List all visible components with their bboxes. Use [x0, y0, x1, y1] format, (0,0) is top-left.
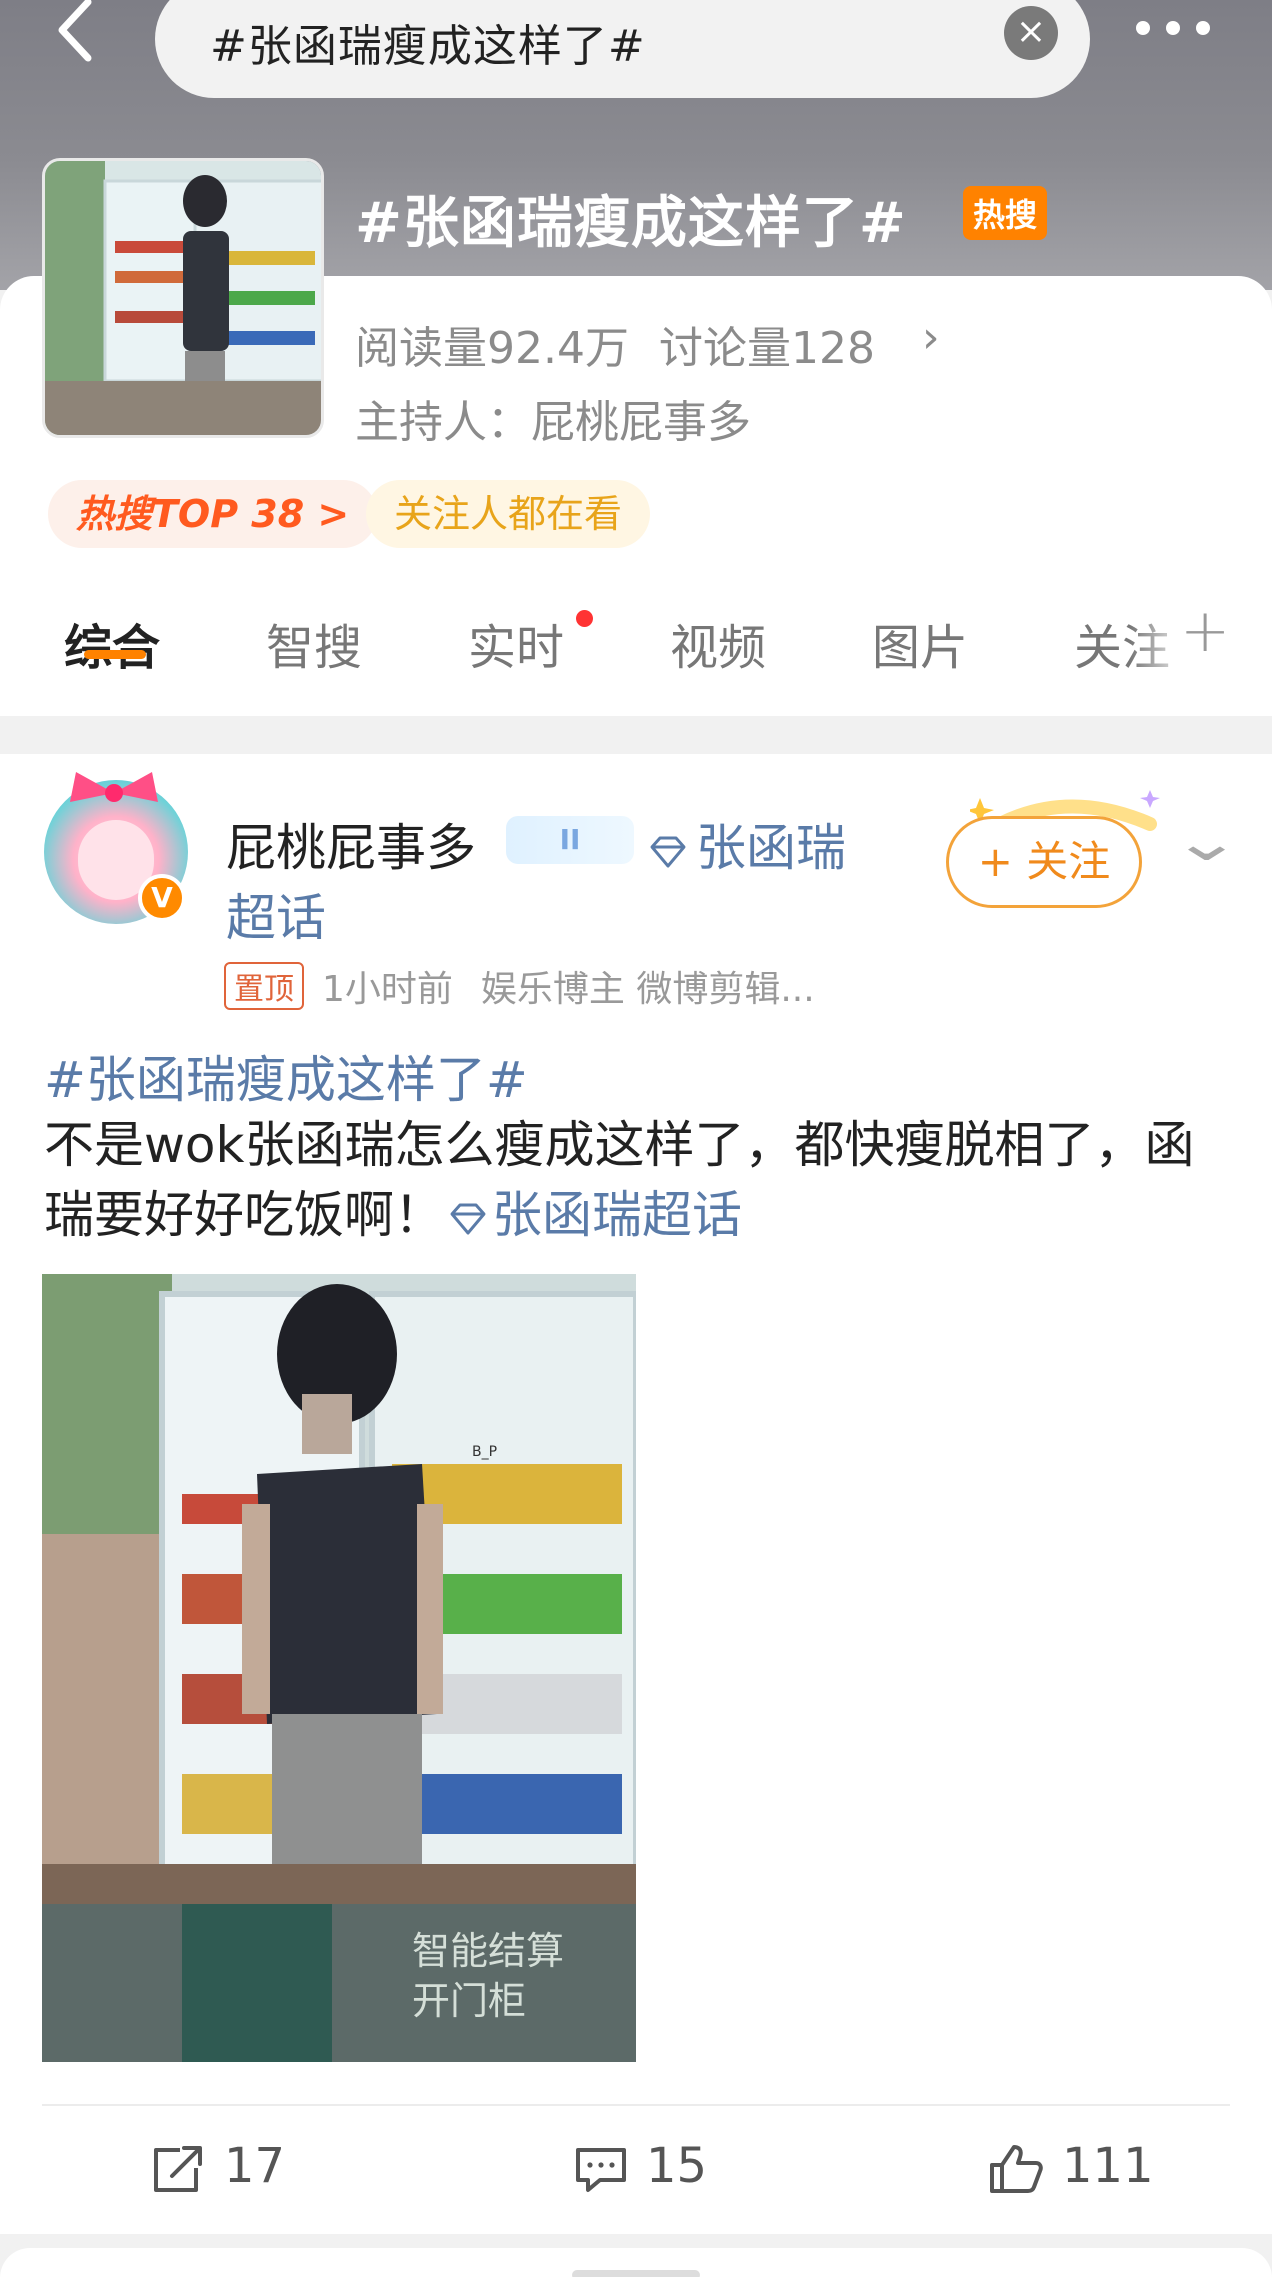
share-button[interactable]: 17: [150, 2118, 285, 2214]
tab-smart-search[interactable]: 智搜: [266, 608, 362, 678]
search-query: #张函瑞瘦成这样了#: [210, 21, 646, 72]
user-bio: 娱乐博主 微博剪辑...: [480, 969, 815, 1010]
post-card: V 屁桃屁事多 II 张函瑞 超话 + 关注 ⌄ 置顶 1小时前 娱乐博主 微博剪辑…: [0, 754, 1272, 2234]
avatar[interactable]: V: [44, 772, 188, 924]
post-time: 1小时前: [322, 969, 453, 1010]
supertopic-link[interactable]: 张函瑞: [648, 808, 846, 880]
thumbs-up-icon: [990, 2145, 1043, 2193]
tab-bar: 综合 智搜 实时 视频 图片 关注: [0, 596, 1272, 706]
action-divider: [42, 2104, 1230, 2106]
topic-host: 主持人：屁桃屁事多: [355, 397, 751, 448]
share-icon: [154, 2146, 202, 2192]
diamond-icon: [450, 1203, 486, 1234]
comment-count: 15: [646, 2138, 708, 2194]
like-button[interactable]: 111: [988, 2118, 1154, 2214]
svg-text:B_P: B_P: [472, 1444, 497, 1460]
bottom-sheet[interactable]: [0, 2248, 1272, 2277]
tab-images[interactable]: 图片: [872, 608, 968, 678]
comment-icon: [576, 2148, 626, 2192]
follow-button[interactable]: + 关注: [946, 816, 1142, 908]
search-input[interactable]: #张函瑞瘦成这样了# ×: [155, 0, 1090, 98]
verified-badge: V: [138, 874, 186, 922]
tab-video[interactable]: 视频: [670, 608, 766, 678]
chevron-right-icon[interactable]: ›: [922, 312, 940, 363]
post-photo[interactable]: 智能结算 开门柜 B_P: [42, 1274, 636, 2062]
user-level-badge: II: [506, 816, 634, 864]
diamond-icon: [650, 836, 686, 867]
user-name[interactable]: 屁桃屁事多: [226, 808, 476, 880]
back-arrow-icon: [58, 0, 92, 62]
new-content-dot: [576, 610, 593, 627]
chevron-down-icon[interactable]: ⌄: [1170, 810, 1242, 873]
topic-stats[interactable]: 阅读量92.4万 讨论量128: [355, 312, 875, 376]
hot-rank-chip[interactable]: 热搜TOP 38 >: [48, 480, 378, 548]
svg-text:智能结算: 智能结算: [412, 1929, 564, 1973]
hot-search-badge: 热搜: [963, 186, 1048, 240]
pinned-badge: 置顶: [224, 962, 304, 1010]
sheet-drag-handle[interactable]: [572, 2270, 700, 2277]
share-count: 17: [224, 2138, 286, 2194]
followed-watching-chip[interactable]: 关注人都在看: [366, 480, 651, 548]
post-hashtag-link[interactable]: #张函瑞瘦成这样了#: [44, 1040, 528, 1112]
more-options-icon[interactable]: [1136, 20, 1256, 50]
like-count: 111: [1062, 2138, 1154, 2194]
post-text: 不是wok张函瑞怎么瘦成这样了，都快瘦脱相了，函瑞要好好吃饭啊！ 张函瑞超话: [44, 1116, 1195, 1244]
supertopic-link-continued[interactable]: 超话: [226, 878, 326, 950]
post-meta: 置顶 1小时前 娱乐博主 微博剪辑...: [224, 960, 815, 1012]
discussion-count: 讨论量128: [658, 323, 875, 374]
supertopic-inline-link[interactable]: 张函瑞超话: [444, 1186, 742, 1244]
active-tab-indicator: [84, 650, 146, 659]
topic-title: #张函瑞瘦成这样了#: [355, 191, 907, 256]
svg-text:开门柜: 开门柜: [412, 1979, 526, 2023]
tab-realtime[interactable]: 实时: [468, 608, 564, 678]
clear-search-icon[interactable]: ×: [1004, 6, 1058, 60]
tab-comprehensive[interactable]: 综合: [64, 608, 160, 678]
topic-thumbnail[interactable]: [42, 158, 324, 438]
top-bar: #张函瑞瘦成这样了# ×: [0, 0, 1272, 100]
back-button[interactable]: [40, 0, 110, 70]
read-count: 阅读量92.4万: [355, 323, 629, 374]
comment-button[interactable]: 15: [574, 2118, 707, 2214]
bow-icon: [70, 772, 158, 802]
add-tab-icon[interactable]: +: [1180, 596, 1230, 666]
